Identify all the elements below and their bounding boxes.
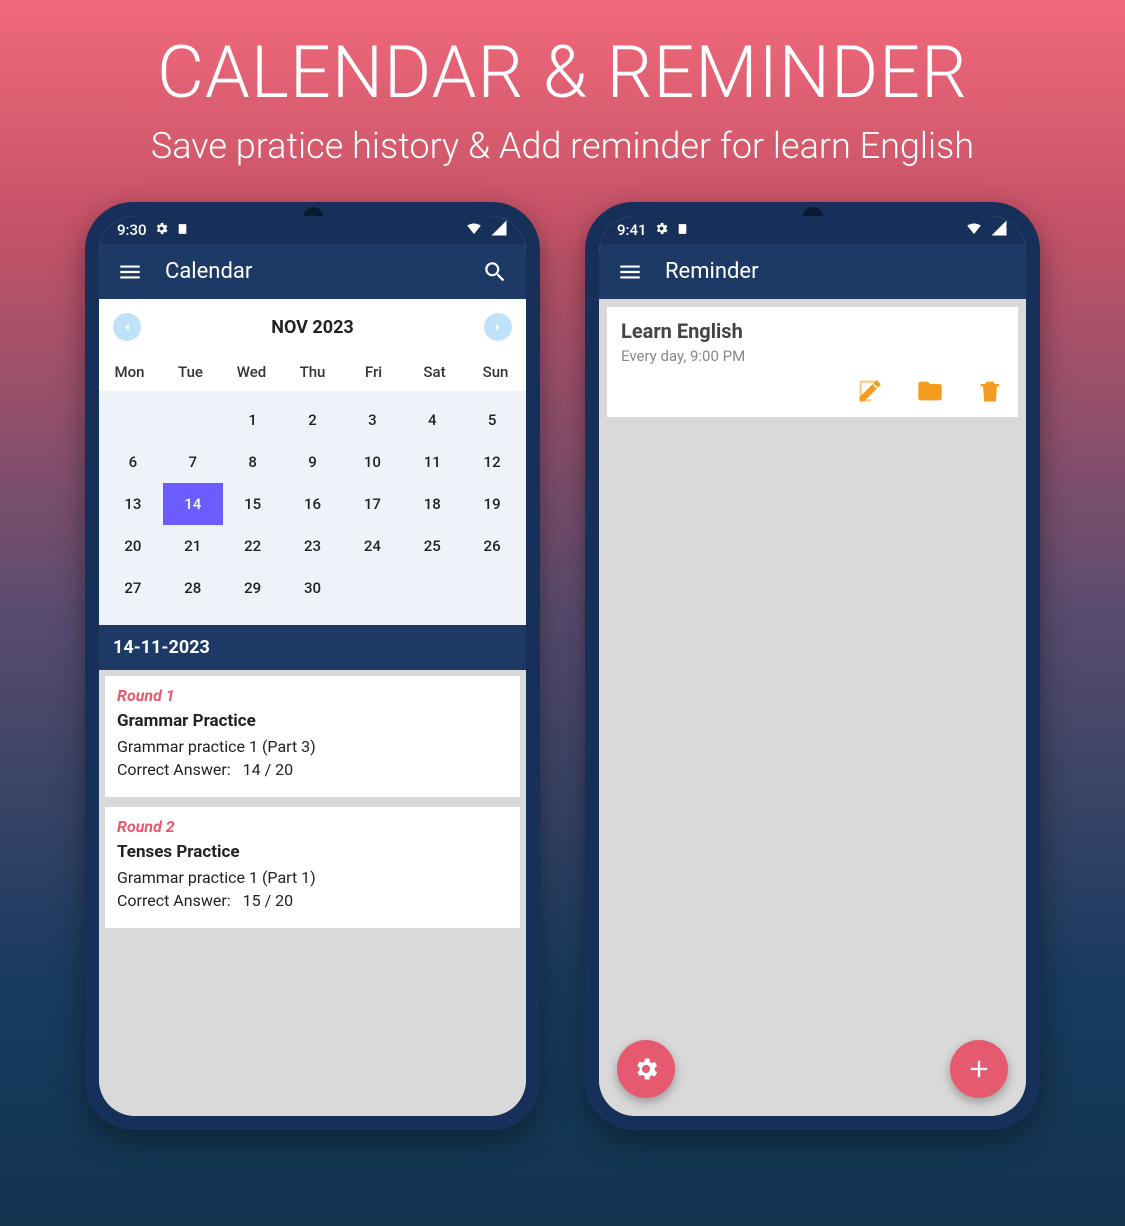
calendar-day[interactable]: 15 xyxy=(223,483,283,525)
calendar-day[interactable]: 2 xyxy=(283,399,343,441)
reminder-title: Learn English xyxy=(621,319,1004,343)
dow-cell: Fri xyxy=(343,353,404,391)
gear-status-icon xyxy=(154,221,169,240)
month-label: NOV 2023 xyxy=(271,317,353,338)
hero-title: CALENDAR & REMINDER xyxy=(40,30,1085,115)
calendar-day xyxy=(462,567,522,609)
calendar-day[interactable]: 28 xyxy=(163,567,223,609)
calendar-day[interactable]: 13 xyxy=(103,483,163,525)
calendar-day[interactable]: 22 xyxy=(223,525,283,567)
score-line: Correct Answer:15 / 20 xyxy=(117,891,508,910)
calendar-day[interactable]: 20 xyxy=(103,525,163,567)
status-bar: 9:41 xyxy=(599,216,1026,244)
add-fab[interactable] xyxy=(950,1040,1008,1098)
dow-cell: Sat xyxy=(404,353,465,391)
menu-icon[interactable] xyxy=(617,259,643,285)
calendar-day[interactable]: 17 xyxy=(342,483,402,525)
prev-month-button[interactable] xyxy=(113,313,141,341)
calendar-day[interactable]: 27 xyxy=(103,567,163,609)
calendar-day[interactable]: 10 xyxy=(342,441,402,483)
calendar-day[interactable]: 21 xyxy=(163,525,223,567)
practice-detail: Grammar practice 1 (Part 3) xyxy=(117,737,508,756)
calendar-day xyxy=(163,399,223,441)
phone-reminder: 9:41 Reminder xyxy=(585,202,1040,1130)
next-month-button[interactable] xyxy=(484,313,512,341)
app-title: Reminder xyxy=(665,259,759,284)
calendar-day xyxy=(402,567,462,609)
calendar-day[interactable]: 7 xyxy=(163,441,223,483)
calendar-day[interactable]: 5 xyxy=(462,399,522,441)
app-bar: Reminder xyxy=(599,244,1026,299)
calendar-day[interactable]: 25 xyxy=(402,525,462,567)
dow-cell: Tue xyxy=(160,353,221,391)
calendar-day[interactable]: 30 xyxy=(283,567,343,609)
edit-icon[interactable] xyxy=(856,377,884,405)
app-title: Calendar xyxy=(165,259,252,284)
calendar-day[interactable]: 19 xyxy=(462,483,522,525)
search-icon[interactable] xyxy=(482,259,508,285)
signal-icon xyxy=(990,219,1008,241)
practice-title: Grammar Practice xyxy=(117,711,508,731)
round-label: Round 2 xyxy=(117,817,508,836)
folder-icon[interactable] xyxy=(916,377,944,405)
card-status-icon xyxy=(176,221,189,239)
app-bar: Calendar xyxy=(99,244,526,299)
score-line: Correct Answer:14 / 20 xyxy=(117,760,508,779)
calendar-day[interactable]: 8 xyxy=(223,441,283,483)
practice-title: Tenses Practice xyxy=(117,842,508,862)
signal-icon xyxy=(490,219,508,241)
calendar-day[interactable]: 16 xyxy=(283,483,343,525)
status-time: 9:41 xyxy=(617,221,647,239)
calendar-day[interactable]: 3 xyxy=(342,399,402,441)
history-list: Round 1 Grammar Practice Grammar practice … xyxy=(99,670,526,1116)
calendar-day[interactable]: 9 xyxy=(283,441,343,483)
calendar-day[interactable]: 24 xyxy=(342,525,402,567)
dow-cell: Mon xyxy=(99,353,160,391)
calendar-day[interactable]: 23 xyxy=(283,525,343,567)
dow-cell: Thu xyxy=(282,353,343,391)
dow-cell: Sun xyxy=(465,353,526,391)
hero-subtitle: Save pratice history & Add reminder for … xyxy=(40,125,1085,167)
dow-cell: Wed xyxy=(221,353,282,391)
calendar-day[interactable]: 6 xyxy=(103,441,163,483)
calendar-day[interactable]: 4 xyxy=(402,399,462,441)
settings-fab[interactable] xyxy=(617,1040,675,1098)
selected-date-bar: 14-11-2023 xyxy=(99,625,526,670)
calendar-day[interactable]: 1 xyxy=(223,399,283,441)
calendar-day[interactable]: 14 xyxy=(163,483,223,525)
menu-icon[interactable] xyxy=(117,259,143,285)
wifi-icon xyxy=(465,219,483,241)
gear-status-icon xyxy=(654,221,669,240)
status-time: 9:30 xyxy=(117,221,147,239)
history-card[interactable]: Round 1 Grammar Practice Grammar practice … xyxy=(105,676,520,797)
round-label: Round 1 xyxy=(117,686,508,705)
practice-detail: Grammar practice 1 (Part 1) xyxy=(117,868,508,887)
status-bar: 9:30 xyxy=(99,216,526,244)
phone-calendar: 9:30 Calendar xyxy=(85,202,540,1130)
wifi-icon xyxy=(965,219,983,241)
reminder-schedule: Every day, 9:00 PM xyxy=(621,347,1004,365)
trash-icon[interactable] xyxy=(976,377,1004,405)
card-status-icon xyxy=(676,221,689,239)
calendar-day xyxy=(103,399,163,441)
calendar-day xyxy=(342,567,402,609)
calendar-day[interactable]: 18 xyxy=(402,483,462,525)
calendar-day[interactable]: 26 xyxy=(462,525,522,567)
calendar-day[interactable]: 11 xyxy=(402,441,462,483)
calendar-day[interactable]: 29 xyxy=(223,567,283,609)
history-card[interactable]: Round 2 Tenses Practice Grammar practice 1… xyxy=(105,807,520,928)
calendar-day[interactable]: 12 xyxy=(462,441,522,483)
calendar-widget: NOV 2023 MonTueWedThuFriSatSun 123456789… xyxy=(99,299,526,625)
reminder-card[interactable]: Learn English Every day, 9:00 PM xyxy=(607,307,1018,417)
